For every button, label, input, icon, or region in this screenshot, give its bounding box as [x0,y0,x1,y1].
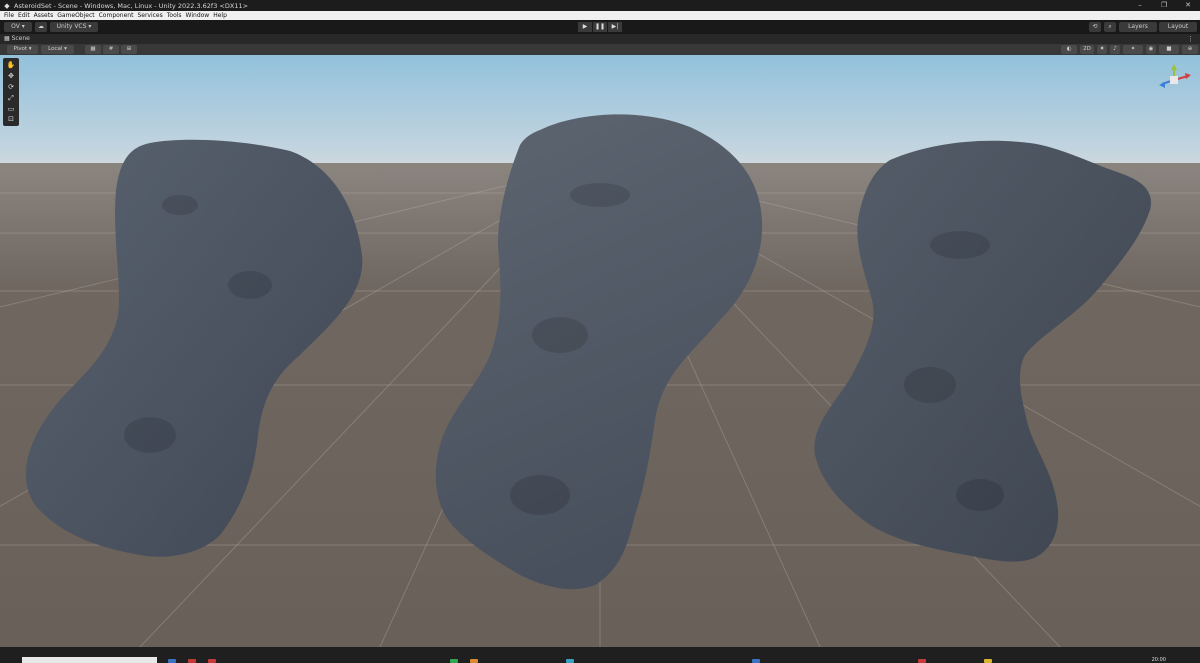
grid-toggle-icon[interactable]: # [103,45,119,54]
menu-edit[interactable]: Edit [18,11,30,20]
rect-tool-icon[interactable]: ▭ [5,105,17,113]
taskbar-app-icon[interactable] [470,659,478,663]
version-control-dropdown[interactable]: Unity VCS ▾ [50,22,98,32]
windows-taskbar: 20:00 [0,647,1200,663]
orientation-gizmo[interactable] [1150,62,1198,108]
taskbar-search-box[interactable] [22,657,157,663]
taskbar-app-icon[interactable] [208,659,216,663]
taskbar-app-icon[interactable] [566,659,574,663]
account-dropdown[interactable]: OV ▾ [4,22,32,32]
play-controls: ▶ ❚❚ ▶| [578,22,623,32]
hand-tool-icon[interactable]: ✋ [5,61,17,69]
transform-tool-icon[interactable]: ⊡ [5,115,17,123]
local-dropdown[interactable]: Local ▾ [41,45,74,54]
taskbar-clock: 20:00 [1151,657,1166,663]
increment-snap-icon[interactable]: ⊞ [121,45,137,54]
taskbar-app-icon[interactable] [752,659,760,663]
more-options-icon[interactable]: ⋮ [1187,34,1194,44]
layout-dropdown[interactable]: Layout [1159,22,1197,32]
rotate-tool-icon[interactable]: ⟳ [5,83,17,91]
step-icon[interactable]: ▶| [608,22,622,32]
hidden-objects-icon[interactable]: ◉ [1146,45,1156,54]
history-icon[interactable]: ⟲ [1089,22,1101,32]
search-icon[interactable]: ⌕ [1104,22,1116,32]
draw-mode-icon[interactable]: ◐ [1061,45,1077,54]
scene-tab-label: Scene [11,35,30,42]
scene-tab-bar: ▦ Scene ⋮ [0,34,1200,44]
menu-help[interactable]: Help [213,11,227,20]
menu-file[interactable]: File [4,11,14,20]
main-toolbar: OV ▾ ☁ Unity VCS ▾ ▶ ❚❚ ▶| ⟲ ⌕ Layers La… [0,20,1200,34]
unity-logo-icon: ◆ [4,1,10,10]
taskbar-app-icon[interactable] [918,659,926,663]
pause-icon[interactable]: ❚❚ [593,22,607,32]
scene-render [0,55,1200,647]
taskbar-app-icon[interactable] [984,659,992,663]
menu-window[interactable]: Window [186,11,210,20]
tab-scene[interactable]: ▦ Scene [4,34,30,44]
close-icon[interactable]: ✕ [1176,0,1200,11]
move-tool-icon[interactable]: ✥ [5,72,17,80]
cloud-icon[interactable]: ☁ [35,22,47,32]
menu-assets[interactable]: Assets [34,11,54,20]
toggle-2d-button[interactable]: 2D [1080,45,1094,54]
taskbar-app-icon[interactable] [188,659,196,663]
tool-palette: ✋ ✥ ⟳ ⤢ ▭ ⊡ [3,58,19,126]
window-title: AsteroidSet - Scene - Windows, Mac, Linu… [14,1,249,10]
scene-viewport[interactable] [0,55,1200,647]
window-controls: – ❐ ✕ [1128,0,1200,11]
menu-bar: File Edit Assets GameObject Component Se… [0,11,1200,20]
pivot-dropdown[interactable]: Pivot ▾ [7,45,38,54]
axis-gizmo-icon [1159,64,1191,88]
scale-tool-icon[interactable]: ⤢ [5,94,17,102]
restore-icon[interactable]: ❐ [1152,0,1176,11]
title-bar: ◆ AsteroidSet - Scene - Windows, Mac, Li… [0,0,1200,11]
effects-icon[interactable]: ✦ [1123,45,1143,54]
menu-component[interactable]: Component [99,11,134,20]
menu-tools[interactable]: Tools [167,11,182,20]
taskbar-app-icon[interactable] [450,659,458,663]
menu-services[interactable]: Services [137,11,162,20]
menu-gameobject[interactable]: GameObject [57,11,94,20]
grid-snap-icon[interactable]: ▦ [85,45,101,54]
scene-tab-icon: ▦ [4,35,12,42]
lighting-icon[interactable]: ✷ [1097,45,1107,54]
play-icon[interactable]: ▶ [578,22,592,32]
gizmos-icon[interactable]: ⊕ [1182,45,1198,54]
taskbar-app-icon[interactable] [168,659,176,663]
camera-icon[interactable]: ■ [1159,45,1179,54]
minimize-icon[interactable]: – [1128,0,1152,11]
audio-icon[interactable]: ♪ [1110,45,1120,54]
layers-dropdown[interactable]: Layers [1119,22,1157,32]
scene-toolbar: Pivot ▾ Local ▾ ▦ # ⊞ ◐ 2D ✷ ♪ ✦ ◉ ■ ⊕ [0,44,1200,55]
